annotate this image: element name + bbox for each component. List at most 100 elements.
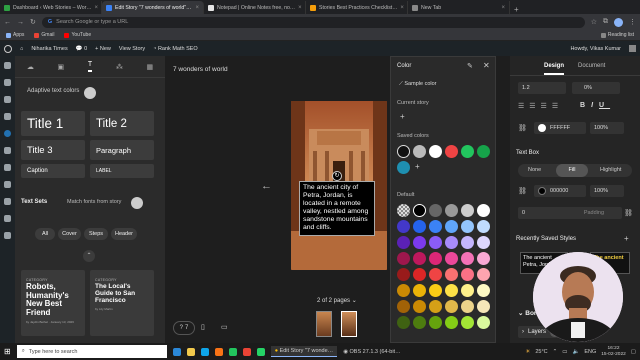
stories-icon[interactable] bbox=[4, 130, 11, 137]
palette-color-swatch[interactable] bbox=[397, 236, 410, 249]
palette-color-swatch[interactable] bbox=[461, 236, 474, 249]
alignment-icons[interactable]: ☰☰☰☰ bbox=[518, 102, 563, 110]
pin-icon[interactable] bbox=[4, 79, 11, 86]
rotate-handle-icon[interactable]: ↻ bbox=[332, 171, 342, 181]
browser-tab[interactable]: Dashboard ‹ Web Stories – Wor… × bbox=[0, 1, 102, 14]
windows-start-icon[interactable]: ⊞ bbox=[4, 347, 11, 356]
close-tab-icon[interactable]: × bbox=[195, 5, 199, 11]
bookmark-apps[interactable]: Apps bbox=[6, 32, 24, 38]
palette-color-swatch[interactable] bbox=[429, 220, 442, 233]
appearance-icon[interactable] bbox=[4, 147, 11, 154]
palette-color-swatch[interactable] bbox=[445, 284, 458, 297]
palette-color-swatch[interactable] bbox=[429, 268, 442, 281]
palette-color-swatch[interactable] bbox=[413, 252, 426, 265]
taskbar-obs-window[interactable]: ◉ OBS 27.1.3 (64-bit… bbox=[343, 349, 400, 355]
palette-color-swatch[interactable] bbox=[429, 316, 442, 329]
palette-color-swatch[interactable] bbox=[429, 204, 442, 217]
palette-color-swatch[interactable] bbox=[413, 300, 426, 313]
palette-color-swatch[interactable] bbox=[445, 300, 458, 313]
taskbar-app-icon[interactable] bbox=[242, 347, 251, 356]
story-text-box[interactable]: The ancient city of Petra, Jordan, is lo… bbox=[299, 181, 375, 236]
palette-color-swatch[interactable] bbox=[477, 316, 490, 329]
users-icon[interactable] bbox=[4, 181, 11, 188]
palette-color-swatch[interactable] bbox=[477, 220, 490, 233]
taskbar-app-icon[interactable] bbox=[200, 347, 209, 356]
palette-color-swatch[interactable] bbox=[477, 300, 490, 313]
collapse-up-icon[interactable]: ⌃ bbox=[83, 250, 95, 262]
site-name-link[interactable]: Niharika Times bbox=[31, 46, 67, 52]
palette-color-swatch[interactable] bbox=[461, 284, 474, 297]
palette-color-swatch[interactable] bbox=[397, 268, 410, 281]
forward-icon[interactable]: → bbox=[17, 19, 24, 26]
bookmark-gmail[interactable]: Gmail bbox=[34, 32, 54, 38]
menu-icon[interactable]: ⋮ bbox=[629, 18, 636, 26]
palette-color-swatch[interactable] bbox=[445, 252, 458, 265]
text-tab-icon[interactable]: T bbox=[87, 61, 93, 72]
palette-color-swatch[interactable] bbox=[397, 204, 410, 217]
keyboard-shortcuts-icon[interactable]: ▭ bbox=[221, 323, 228, 331]
view-story-link[interactable]: View Story bbox=[119, 46, 145, 52]
saved-color-swatch[interactable] bbox=[477, 145, 490, 158]
upload-icon[interactable]: ☁ bbox=[27, 63, 34, 71]
help-button[interactable]: ? 7 bbox=[173, 321, 195, 335]
padding-field[interactable]: 0 Padding bbox=[518, 207, 622, 219]
taskbar-app-icon[interactable] bbox=[186, 347, 195, 356]
filter-cover[interactable]: Cover bbox=[58, 228, 81, 240]
palette-color-swatch[interactable] bbox=[445, 220, 458, 233]
link-icon[interactable]: ⛓ bbox=[518, 124, 527, 132]
close-icon[interactable]: ✕ bbox=[483, 61, 490, 70]
media-icon[interactable] bbox=[4, 96, 11, 103]
user-greeting[interactable]: Howdy, Vikas Kumar bbox=[570, 46, 621, 52]
palette-color-swatch[interactable] bbox=[445, 316, 458, 329]
text-opacity-field[interactable]: 100% bbox=[590, 122, 624, 134]
close-tab-icon[interactable]: × bbox=[400, 5, 404, 11]
adaptive-text-colors-toggle[interactable] bbox=[84, 87, 96, 99]
comments-icon[interactable] bbox=[4, 113, 11, 120]
saved-color-swatch[interactable] bbox=[413, 145, 426, 158]
preset-title-3[interactable]: Title 3 bbox=[21, 140, 85, 160]
close-tab-icon[interactable]: × bbox=[95, 5, 99, 11]
bookmark-youtube[interactable]: YouTube bbox=[64, 32, 91, 38]
palette-color-swatch[interactable] bbox=[429, 252, 442, 265]
taskbar-search[interactable]: ⌕ Type here to search bbox=[16, 345, 167, 358]
palette-color-swatch[interactable] bbox=[397, 316, 410, 329]
seo-icon[interactable] bbox=[4, 232, 11, 239]
sample-color-button[interactable]: ⟋ Sample color bbox=[399, 81, 437, 88]
palette-color-swatch[interactable] bbox=[429, 236, 442, 249]
palette-color-swatch[interactable] bbox=[477, 204, 490, 217]
tab-document[interactable]: Document bbox=[578, 63, 605, 69]
extensions-icon[interactable]: ⧉ bbox=[603, 18, 608, 26]
preset-title-2[interactable]: Title 2 bbox=[90, 111, 154, 136]
close-tab-icon[interactable]: × bbox=[298, 5, 302, 11]
add-saved-color-icon[interactable]: + bbox=[415, 162, 420, 171]
media-tab-icon[interactable]: ▣ bbox=[58, 63, 65, 71]
clock[interactable]: 16:22 15-02-2022 bbox=[601, 346, 626, 357]
add-current-color-icon[interactable]: + bbox=[400, 112, 405, 121]
padding-link-icon[interactable]: ⛓ bbox=[624, 209, 633, 217]
browser-tab[interactable]: Notepad | Online Notes free, no… × bbox=[204, 1, 306, 14]
reading-list[interactable]: Reading list bbox=[600, 32, 634, 38]
palette-color-swatch[interactable] bbox=[413, 316, 426, 329]
tab-design[interactable]: Design bbox=[544, 63, 565, 75]
close-tab-icon[interactable]: × bbox=[501, 5, 505, 11]
taskbar-chrome-window[interactable]: ● Edit Story "7 wonde… bbox=[270, 346, 338, 357]
user-avatar[interactable] bbox=[629, 45, 636, 52]
page-thumbnail-active[interactable] bbox=[341, 311, 357, 337]
match-fonts-toggle[interactable] bbox=[131, 197, 143, 209]
text-set-card[interactable]: CATEGORY The Local's Guide to San Franci… bbox=[90, 270, 154, 336]
fill-highlight-option[interactable]: Highlight bbox=[600, 167, 621, 173]
filter-steps[interactable]: Steps bbox=[84, 228, 108, 240]
palette-color-swatch[interactable] bbox=[477, 236, 490, 249]
text-set-card[interactable]: CATEGORY Robots, Humanity's New Best Fri… bbox=[21, 270, 85, 336]
page-count-label[interactable]: 2 of 2 pages ⌄ bbox=[317, 297, 357, 304]
palette-color-swatch[interactable] bbox=[445, 204, 458, 217]
text-color-field[interactable]: FFFFFF bbox=[534, 122, 586, 134]
style-icons[interactable]: BIU bbox=[580, 102, 610, 109]
eyedropper-icon[interactable]: ✎ bbox=[467, 62, 473, 70]
preset-label[interactable]: LABEL bbox=[90, 164, 154, 178]
palette-color-swatch[interactable] bbox=[461, 252, 474, 265]
rank-math-link[interactable]: ◔ Rank Math SEO bbox=[153, 46, 198, 52]
bg-opacity-field[interactable]: 100% bbox=[590, 185, 624, 197]
palette-color-swatch[interactable] bbox=[397, 284, 410, 297]
palette-color-swatch[interactable] bbox=[413, 220, 426, 233]
